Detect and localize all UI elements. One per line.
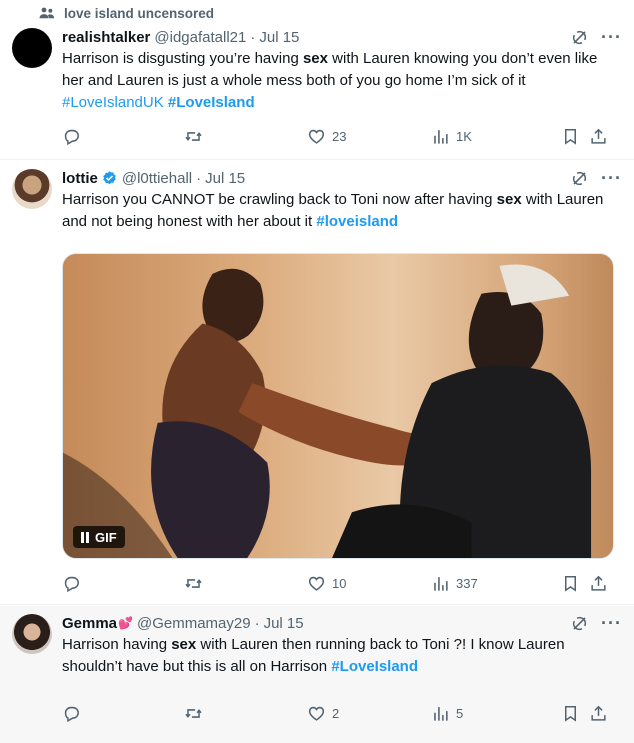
share-icon bbox=[591, 575, 606, 591]
gif-controls[interactable]: GIF bbox=[73, 526, 125, 548]
retweet-button[interactable] bbox=[184, 574, 307, 593]
bookmark-icon bbox=[564, 575, 577, 592]
separator-dot: · bbox=[250, 28, 256, 46]
separator-dot: · bbox=[196, 169, 202, 187]
bookmark-button[interactable] bbox=[561, 574, 589, 593]
share-icon bbox=[591, 705, 606, 721]
share-button[interactable] bbox=[589, 127, 608, 146]
highlighted-term: sex bbox=[302, 50, 328, 67]
views-icon bbox=[434, 706, 448, 721]
tweet[interactable]: lottie @l0ttiehall · Jul 15 ··· Harrison… bbox=[0, 161, 634, 605]
views-count: 5 bbox=[456, 705, 464, 721]
verified-badge-icon bbox=[103, 170, 116, 184]
more-icon[interactable]: ··· bbox=[601, 614, 622, 632]
tweet-header: lottie @l0ttiehall · Jul 15 ··· bbox=[62, 167, 622, 189]
reply-button[interactable] bbox=[62, 574, 184, 593]
avatar[interactable] bbox=[12, 28, 52, 68]
views-count: 1K bbox=[456, 128, 472, 144]
action-bar: 23 1K bbox=[62, 125, 618, 147]
like-button[interactable]: 10 bbox=[307, 574, 431, 593]
bookmark-button[interactable] bbox=[561, 127, 589, 146]
retweet-button[interactable] bbox=[184, 127, 307, 146]
tweet-text: Harrison is disgusting you’re having sex… bbox=[62, 48, 614, 114]
highlighted-term: sex bbox=[496, 191, 522, 208]
reply-icon bbox=[64, 129, 79, 145]
text-segment: Harrison having bbox=[62, 636, 172, 653]
like-icon bbox=[308, 706, 325, 721]
retweet-icon bbox=[185, 708, 202, 718]
hashtag-link[interactable]: #LoveIsland bbox=[168, 94, 255, 111]
views-icon bbox=[434, 129, 448, 144]
retweet-button[interactable] bbox=[184, 704, 307, 723]
tweet-header: Gemma 💕 @Gemmamay29 · Jul 15 ··· bbox=[62, 612, 622, 634]
bookmark-button[interactable] bbox=[561, 704, 589, 723]
share-button[interactable] bbox=[589, 574, 608, 593]
highlighted-term: sex bbox=[171, 636, 197, 653]
text-segment: Harrison you CANNOT be crawling back to … bbox=[62, 191, 497, 208]
action-bar: 10 337 bbox=[62, 572, 618, 594]
like-count: 10 bbox=[332, 575, 347, 591]
separator-dot: · bbox=[254, 614, 260, 632]
gif-frame-image bbox=[63, 264, 592, 558]
reply-button[interactable] bbox=[62, 704, 184, 723]
community-name[interactable]: love island uncensored bbox=[64, 6, 214, 21]
author-name[interactable]: lottie bbox=[62, 170, 98, 187]
views-button[interactable]: 5 bbox=[431, 704, 561, 723]
views-icon bbox=[434, 576, 448, 591]
grok-icon[interactable] bbox=[570, 28, 589, 47]
share-icon bbox=[591, 128, 606, 144]
author-handle[interactable]: @l0ttiehall bbox=[122, 170, 192, 187]
like-count: 23 bbox=[332, 128, 347, 144]
views-count: 337 bbox=[456, 575, 478, 591]
text-segment: Harrison is disgusting you’re having bbox=[62, 50, 303, 67]
hashtag-link[interactable]: #loveisland bbox=[316, 213, 398, 230]
tweet-date[interactable]: Jul 15 bbox=[259, 29, 299, 46]
pause-icon[interactable] bbox=[81, 531, 89, 543]
hashtag-link[interactable]: #LoveIsland bbox=[331, 658, 418, 675]
reply-icon bbox=[64, 576, 79, 592]
like-count: 2 bbox=[332, 705, 340, 721]
tweet[interactable]: Gemma 💕 @Gemmamay29 · Jul 15 ··· Harriso… bbox=[0, 606, 634, 743]
author-handle[interactable]: @idgafatall21 bbox=[154, 29, 246, 46]
tweet-header: realishtalker @idgafatall21 · Jul 15 ··· bbox=[62, 26, 622, 48]
like-button[interactable]: 23 bbox=[307, 127, 431, 146]
bookmark-icon bbox=[564, 705, 577, 722]
more-icon[interactable]: ··· bbox=[601, 169, 622, 187]
views-button[interactable]: 337 bbox=[431, 574, 561, 593]
hashtag-link[interactable]: #LoveIslandUK bbox=[62, 94, 164, 111]
tweet-date[interactable]: Jul 15 bbox=[264, 615, 304, 632]
retweet-icon bbox=[185, 578, 202, 588]
reply-icon bbox=[64, 706, 79, 722]
tweet-date[interactable]: Jul 15 bbox=[205, 170, 245, 187]
avatar[interactable] bbox=[12, 614, 52, 654]
bookmark-icon bbox=[564, 128, 577, 145]
reply-button[interactable] bbox=[62, 127, 184, 146]
tweet-text: Harrison having sex with Lauren then run… bbox=[62, 634, 614, 678]
share-button[interactable] bbox=[589, 704, 608, 723]
author-name[interactable]: Gemma bbox=[62, 615, 117, 632]
gif-label: GIF bbox=[95, 529, 117, 545]
views-button[interactable]: 1K bbox=[431, 127, 561, 146]
tweet[interactable]: realishtalker @idgafatall21 · Jul 15 ···… bbox=[0, 20, 634, 160]
grok-icon[interactable] bbox=[570, 614, 589, 633]
like-button[interactable]: 2 bbox=[307, 704, 431, 723]
heart-emoji: 💕 bbox=[118, 616, 133, 630]
tweet-text: Harrison you CANNOT be crawling back to … bbox=[62, 189, 614, 233]
like-icon bbox=[308, 576, 325, 591]
action-bar: 2 5 bbox=[62, 702, 618, 724]
author-name[interactable]: realishtalker bbox=[62, 29, 150, 46]
more-icon[interactable]: ··· bbox=[601, 28, 622, 46]
gif-media[interactable]: GIF bbox=[62, 253, 614, 559]
retweet-icon bbox=[185, 131, 202, 141]
like-icon bbox=[308, 129, 325, 144]
grok-icon[interactable] bbox=[570, 169, 589, 188]
author-handle[interactable]: @Gemmamay29 bbox=[137, 615, 251, 632]
avatar[interactable] bbox=[12, 169, 52, 209]
